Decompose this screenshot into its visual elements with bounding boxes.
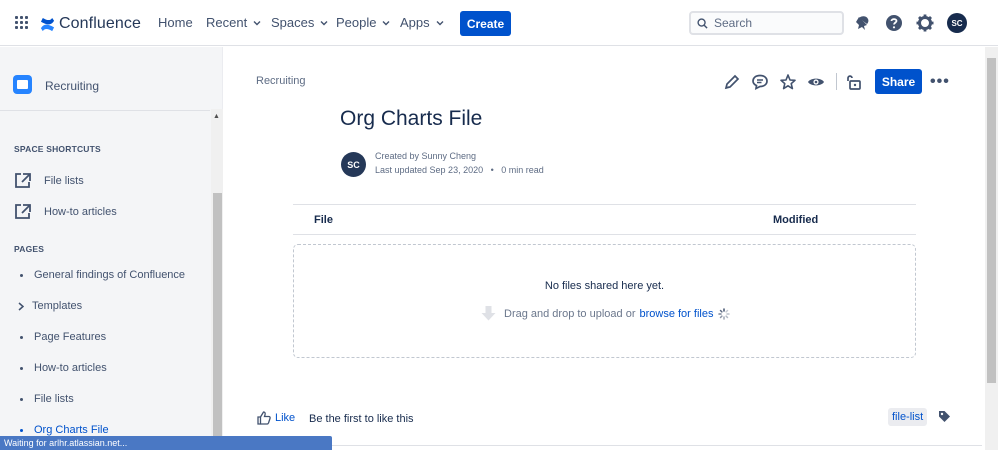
user-avatar[interactable]: SC	[947, 13, 967, 33]
browser-status-bar: Waiting for arlhr.atlassian.net...	[0, 436, 332, 450]
more-actions-icon[interactable]: •••	[930, 73, 950, 91]
nav-recent[interactable]: Recent	[206, 15, 262, 30]
breadcrumb[interactable]: Recruiting	[256, 75, 306, 87]
search-placeholder: Search	[714, 16, 753, 30]
bullet-icon	[20, 428, 23, 432]
external-link-icon	[15, 204, 31, 219]
like-status: Be the first to like this	[309, 413, 414, 425]
nav-home[interactable]: Home	[158, 15, 193, 30]
upload-instruction: Drag and drop to upload or	[504, 307, 636, 320]
thumbs-up-icon	[257, 411, 271, 425]
app-name: Confluence	[59, 15, 141, 32]
confluence-logo[interactable]: Confluence	[40, 14, 141, 34]
loading-spinner-icon	[718, 307, 731, 320]
chevron-down-icon	[320, 20, 328, 25]
watch-eye-icon[interactable]	[807, 73, 825, 91]
notifications-icon[interactable]	[853, 13, 873, 33]
comment-icon[interactable]	[751, 73, 769, 91]
create-button[interactable]: Create	[460, 11, 511, 36]
download-arrow-icon	[481, 306, 496, 321]
action-separator	[836, 73, 837, 90]
author-avatar[interactable]: SC	[341, 152, 366, 177]
chevron-right-icon[interactable]	[18, 301, 24, 311]
nav-apps[interactable]: Apps	[400, 15, 445, 30]
space-name[interactable]: Recruiting	[45, 79, 99, 93]
empty-files-message: No files shared here yet.	[544, 280, 665, 292]
chevron-down-icon	[436, 20, 444, 25]
read-time: 0 min read	[501, 165, 544, 175]
restrictions-unlock-icon[interactable]	[845, 73, 863, 91]
scroll-up-arrow-icon[interactable]: ▲	[213, 113, 220, 120]
last-updated[interactable]: Last updated Sep 23, 2020	[375, 165, 483, 175]
settings-icon[interactable]	[915, 13, 935, 33]
page-item-file-lists[interactable]: File lists	[20, 393, 74, 405]
page-item-org-charts-file[interactable]: Org Charts File	[20, 424, 109, 436]
browse-files-link[interactable]: browse for files	[639, 308, 713, 320]
column-header-file[interactable]: File	[314, 214, 333, 226]
nav-spaces[interactable]: Spaces	[271, 15, 329, 30]
like-button[interactable]: Like	[257, 411, 295, 425]
shortcut-how-to-articles[interactable]: How-to articles	[14, 203, 117, 220]
pages-heading: PAGES	[14, 244, 45, 254]
sidebar-divider	[0, 110, 210, 111]
bullet-icon	[20, 273, 23, 277]
chevron-down-icon	[253, 20, 261, 25]
last-updated-line: Last updated Sep 23, 2020 • 0 min read	[375, 165, 544, 175]
shortcut-file-lists[interactable]: File lists	[14, 172, 84, 189]
space-shortcuts-heading: SPACE SHORTCUTS	[14, 144, 101, 154]
search-icon	[697, 17, 708, 29]
nav-people[interactable]: People	[336, 15, 391, 30]
file-table-header: File Modified	[293, 204, 916, 235]
upload-row: Drag and drop to upload or browse for fi…	[480, 305, 731, 322]
search-input[interactable]: Search	[689, 11, 844, 35]
space-icon[interactable]	[13, 75, 32, 94]
bullet-icon	[20, 366, 23, 370]
page-item-page-features[interactable]: Page Features	[20, 331, 106, 343]
page-label[interactable]: file-list	[888, 408, 928, 426]
content-divider	[256, 445, 982, 446]
bullet-icon	[20, 397, 23, 401]
tag-icon[interactable]	[938, 410, 951, 423]
help-icon[interactable]	[884, 13, 904, 33]
bullet-icon	[20, 335, 23, 339]
meta-separator: •	[485, 165, 499, 175]
page-item-how-to-articles[interactable]: How-to articles	[20, 362, 107, 374]
sidebar-scrollbar-thumb[interactable]	[213, 193, 222, 450]
app-switcher-icon[interactable]	[15, 16, 29, 30]
star-icon[interactable]	[779, 73, 797, 91]
page-scrollbar-thumb[interactable]	[987, 58, 996, 383]
column-header-modified[interactable]: Modified	[773, 214, 818, 226]
share-button[interactable]: Share	[875, 69, 922, 94]
page-item-templates[interactable]: Templates	[18, 300, 82, 312]
confluence-icon	[40, 17, 55, 31]
chevron-down-icon	[382, 20, 390, 25]
page-item-general-findings[interactable]: General findings of Confluence	[20, 269, 185, 281]
created-by: Created by Sunny Cheng	[375, 151, 477, 161]
top-navigation-bar: Confluence Home Recent Spaces People App…	[0, 0, 998, 46]
file-drop-zone[interactable]: No files shared here yet. Drag and drop …	[293, 244, 916, 358]
sidebar: Recruiting ▲ SPACE SHORTCUTS File lists …	[0, 47, 223, 450]
page-title: Org Charts File	[340, 107, 483, 130]
external-link-icon	[15, 173, 31, 188]
edit-pencil-icon[interactable]	[723, 73, 741, 91]
